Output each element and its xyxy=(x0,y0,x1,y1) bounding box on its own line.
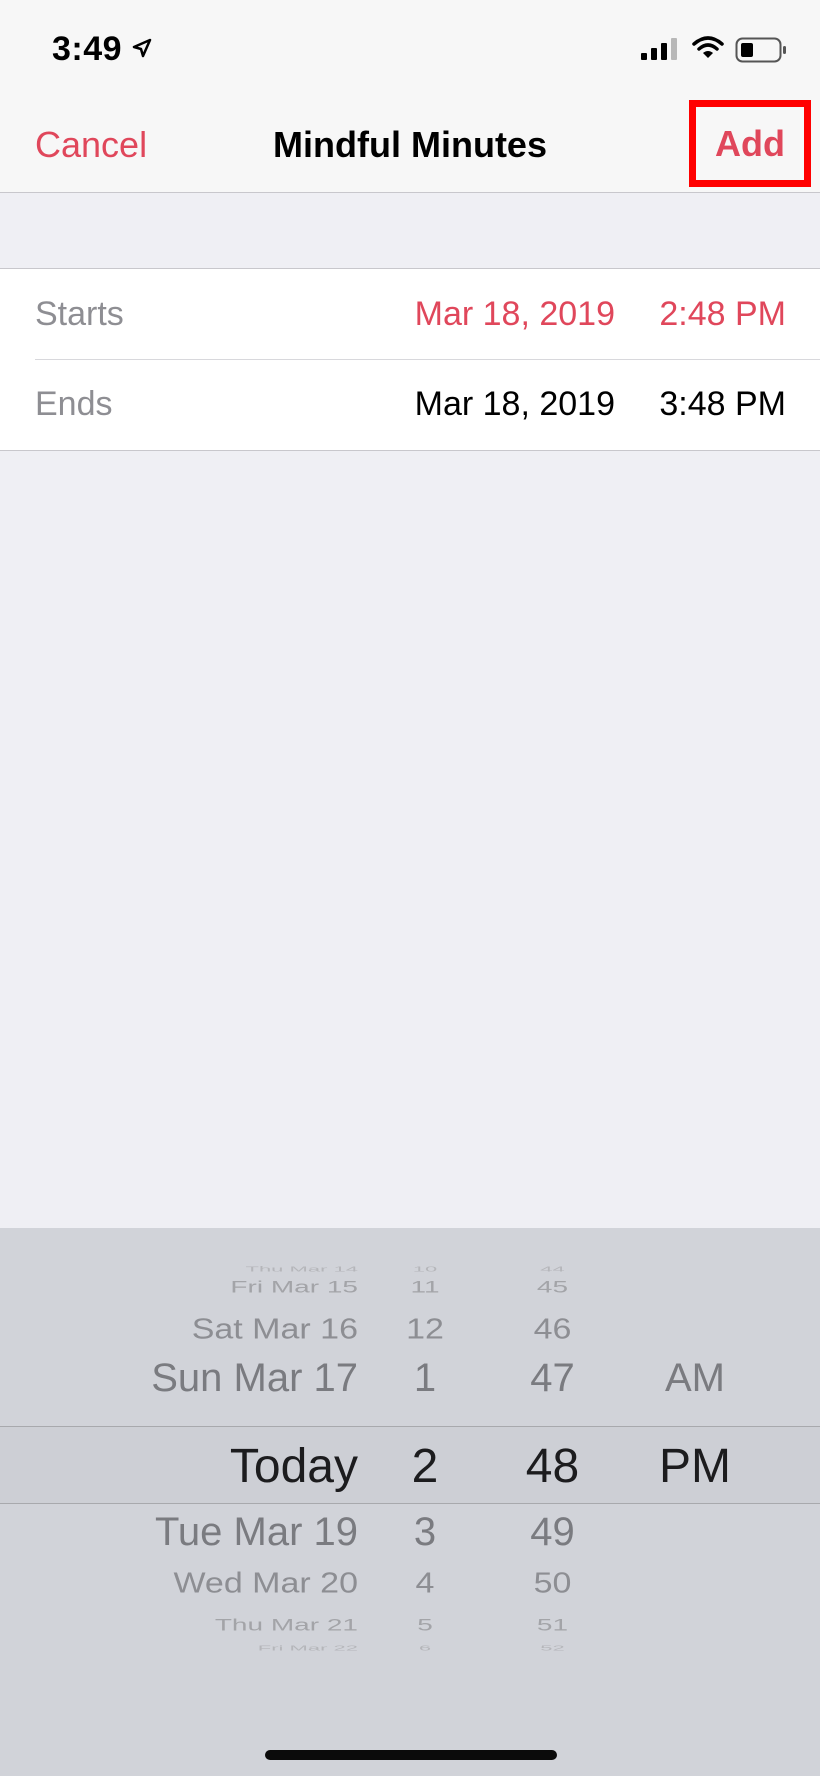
ends-time[interactable]: 3:48 PM xyxy=(659,385,786,424)
picker-minute-option[interactable]: 50 xyxy=(495,1567,610,1600)
ends-row[interactable]: Ends Mar 18, 2019 3:48 PM xyxy=(0,359,820,449)
picker-hour-option[interactable]: 12 xyxy=(375,1313,475,1346)
picker-minute-option[interactable]: 46 xyxy=(495,1313,610,1346)
starts-row[interactable]: Starts Mar 18, 2019 2:48 PM xyxy=(0,269,820,359)
picker-minute-option[interactable]: 44 xyxy=(495,1264,610,1273)
battery-icon xyxy=(735,37,786,63)
picker-minute-option[interactable]: 45 xyxy=(495,1277,610,1296)
picker-minute-option[interactable]: 47 xyxy=(495,1356,610,1401)
picker-minute-option[interactable]: 51 xyxy=(495,1615,610,1634)
date-range-form: Starts Mar 18, 2019 2:48 PM Ends Mar 18,… xyxy=(0,268,820,451)
picker-date-option[interactable]: Fri Mar 15 xyxy=(230,1277,358,1296)
picker-hour-option[interactable]: 5 xyxy=(375,1615,475,1634)
wifi-icon xyxy=(692,36,724,58)
picker-pm-selected[interactable]: PM xyxy=(640,1439,750,1494)
picker-hour-option[interactable]: 11 xyxy=(375,1277,475,1296)
picker-minute-selected[interactable]: 48 xyxy=(495,1439,610,1494)
location-arrow-icon xyxy=(132,38,152,58)
cellular-signal-icon xyxy=(641,38,677,60)
ends-label: Ends xyxy=(35,385,113,423)
picker-date-option[interactable]: Tue Mar 19 xyxy=(155,1510,358,1555)
picker-date-option[interactable]: Thu Mar 14 xyxy=(246,1264,359,1273)
picker-hour-option[interactable]: 3 xyxy=(375,1510,475,1555)
picker-date-selected[interactable]: Today xyxy=(230,1439,358,1494)
navigation-bar: Cancel Mindful Minutes Add xyxy=(0,100,820,193)
picker-hour-selected[interactable]: 2 xyxy=(375,1439,475,1494)
add-button[interactable]: Add xyxy=(689,100,811,187)
picker-minute-option[interactable]: 52 xyxy=(495,1643,610,1652)
picker-hour-option[interactable]: 10 xyxy=(375,1264,475,1273)
starts-date[interactable]: Mar 18, 2019 xyxy=(415,295,615,334)
picker-hour-option[interactable]: 4 xyxy=(375,1567,475,1600)
picker-minute-option[interactable]: 49 xyxy=(495,1510,610,1555)
status-bar: 3:49 xyxy=(0,0,820,100)
home-indicator[interactable] xyxy=(265,1750,557,1760)
picker-date-option[interactable]: Thu Mar 21 xyxy=(215,1615,358,1634)
picker-hour-option[interactable]: 6 xyxy=(375,1643,475,1652)
picker-date-option[interactable]: Sun Mar 17 xyxy=(151,1356,358,1401)
picker-hour-option[interactable]: 1 xyxy=(375,1356,475,1401)
status-time: 3:49 xyxy=(52,30,123,68)
starts-time[interactable]: 2:48 PM xyxy=(659,295,786,334)
picker-date-option[interactable]: Sat Mar 16 xyxy=(192,1313,358,1346)
picker-date-option[interactable]: Fri Mar 22 xyxy=(258,1643,358,1652)
cancel-button[interactable]: Cancel xyxy=(35,124,147,166)
picker-am-option[interactable]: AM xyxy=(640,1356,750,1401)
picker-date-option[interactable]: Wed Mar 20 xyxy=(173,1567,358,1600)
starts-label: Starts xyxy=(35,295,124,333)
ends-date[interactable]: Mar 18, 2019 xyxy=(415,385,615,424)
date-time-picker[interactable]: Thu Mar 14 Fri Mar 15 Sat Mar 16 Sun Mar… xyxy=(0,1228,820,1776)
